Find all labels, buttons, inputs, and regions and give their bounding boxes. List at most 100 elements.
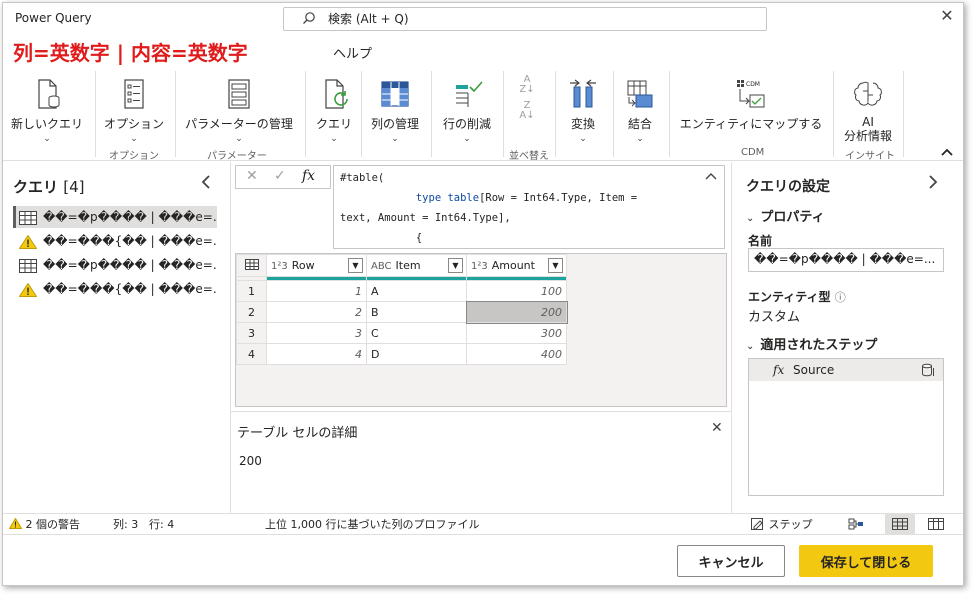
row-number[interactable]: 2 (236, 301, 267, 323)
column-filter-dropdown[interactable]: ▼ (348, 258, 363, 273)
chevron-down-icon: ⌄ (391, 134, 399, 144)
transform-button[interactable]: 変換 ⌄ (561, 77, 605, 144)
map-to-entity-button[interactable]: CDM エンティティにマップする (675, 77, 827, 132)
search-box[interactable] (283, 7, 767, 31)
table-cell[interactable]: 2 (266, 301, 367, 323)
manage-columns-icon (381, 81, 409, 107)
combine-button[interactable]: 結合 ⌄ (617, 77, 663, 144)
options-button[interactable]: オプション ⌄ (101, 77, 167, 144)
table-cell[interactable]: B (366, 301, 467, 323)
formula-editor[interactable]: #table( type table[Row = Int64.Type, Ite… (333, 165, 725, 249)
selected-table-cell[interactable]: 200 (465, 300, 568, 324)
text-type-icon[interactable]: ABC (371, 261, 392, 272)
chevron-down-icon: ⌄ (130, 134, 138, 144)
table-cell[interactable]: A (366, 280, 467, 302)
row-number[interactable]: 1 (236, 280, 267, 302)
collapse-settings-icon[interactable] (928, 174, 938, 193)
ribbon-separator (903, 71, 904, 157)
query-item[interactable]: ��=���{�� | ���e=... (13, 278, 217, 300)
query-item-label: ��=���{�� | ���e=... (43, 282, 217, 296)
table-row: 4 4 D 400 (236, 343, 567, 365)
group-cdm-label: CDM (741, 147, 765, 158)
applied-steps-heading: 適用されたステップ (760, 338, 878, 353)
formula-buttons: ✕ ✓ fx (235, 165, 331, 189)
manage-parameters-label: パラメーターの管理 (185, 117, 293, 131)
profile-status[interactable]: 上位 1,000 行に基づいた列のプロファイル (265, 514, 479, 535)
menu-help-tab[interactable]: ヘルプ (333, 43, 372, 62)
reduce-rows-label: 行の削減 (442, 117, 491, 131)
diagram-view-button[interactable] (841, 514, 871, 535)
manage-columns-button[interactable]: 列の管理 ⌄ (365, 77, 425, 144)
search-input[interactable] (328, 11, 748, 27)
overlay-title: 列=英数字 | 内容=英数字 (13, 41, 248, 65)
options-label: オプション (103, 117, 164, 131)
table-cell[interactable]: 400 (466, 343, 567, 365)
whole-number-type-icon[interactable]: 1²3 (271, 261, 288, 272)
column-header-item[interactable]: ABC Item ▼ (366, 254, 467, 277)
fx-icon[interactable]: fx (302, 168, 315, 184)
query-item[interactable]: ��=���{�� | ���e=... (13, 230, 217, 252)
queries-title-text: クエリ (13, 178, 59, 196)
save-and-close-button[interactable]: 保存して閉じる (799, 545, 933, 577)
group-sort-label: 並べ替え (509, 151, 549, 162)
column-header-row[interactable]: 1²3 Row ▼ (266, 254, 367, 277)
fx-icon: fx (773, 363, 785, 377)
properties-section-toggle[interactable]: ⌄ プロパティ (746, 206, 825, 225)
column-filter-dropdown[interactable]: ▼ (548, 258, 563, 273)
query-item[interactable]: ��=�p���� | ���e=... (13, 254, 217, 276)
chevron-down-icon: ⌄ (636, 134, 644, 144)
step-view-button[interactable]: ステップ (751, 514, 813, 535)
sort-descending-icon[interactable]: Z A↓ (507, 101, 547, 121)
close-detail-icon[interactable]: ✕ (711, 420, 723, 436)
cell-detail-pane: テーブル セルの詳細 ✕ 200 (231, 411, 731, 513)
table-cell[interactable]: 4 (266, 343, 367, 365)
collapse-ribbon-icon[interactable] (941, 145, 953, 159)
table-view-button[interactable] (885, 514, 915, 535)
table-cell[interactable]: 3 (266, 322, 367, 344)
ai-insights-button[interactable]: AI 分析情報 (839, 77, 897, 143)
collapse-queries-icon[interactable] (201, 174, 211, 193)
table-cell[interactable]: C (366, 322, 467, 344)
query-refresh-icon (325, 79, 348, 109)
row-number[interactable]: 4 (236, 343, 267, 365)
column-header-amount[interactable]: 1²3 Amount ▼ (466, 254, 567, 277)
chevron-down-icon: ⌄ (463, 134, 471, 144)
table-cell[interactable]: 100 (466, 280, 567, 302)
chevron-down-icon: ⌄ (43, 134, 51, 144)
table-cell[interactable]: D (366, 343, 467, 365)
step-settings-icon[interactable] (921, 362, 935, 384)
collapse-formula-icon[interactable] (705, 169, 717, 183)
ribbon-separator (613, 71, 614, 157)
ribbon-separator (361, 71, 362, 157)
cdm-badge-text: CDM (746, 81, 760, 88)
reduce-rows-button[interactable]: 行の削減 ⌄ (435, 77, 499, 144)
schema-view-button[interactable] (921, 514, 951, 535)
warning-icon (19, 282, 37, 297)
step-label: Source (793, 363, 835, 377)
query-item[interactable]: ��=�p���� | ���e=... (13, 206, 217, 228)
power-query-window: Power Query ✕ 列=英数字 | 内容=英数字 ヘルプ 新しいクエリ … (2, 2, 964, 586)
cancel-formula-icon[interactable]: ✕ (246, 168, 258, 184)
cancel-button[interactable]: キャンセル (677, 545, 785, 577)
warnings-status[interactable]: 2 個の警告 (8, 514, 80, 535)
new-query-button[interactable]: 新しいクエリ ⌄ (9, 77, 85, 144)
whole-number-type-icon[interactable]: 1²3 (471, 261, 488, 272)
manage-parameters-button[interactable]: パラメーターの管理 ⌄ (181, 77, 297, 144)
column-filter-dropdown[interactable]: ▼ (448, 258, 463, 273)
query-name-field[interactable]: ��=�p���� | ���e=... (748, 248, 944, 272)
info-icon[interactable]: ⓘ (835, 291, 846, 304)
applied-steps-list: fx Source (748, 358, 944, 496)
row-number[interactable]: 3 (236, 322, 267, 344)
step-item-source[interactable]: fx Source (749, 359, 943, 381)
sort-ascending-icon[interactable]: A Z↓ (507, 75, 547, 95)
query-button[interactable]: クエリ ⌄ (309, 77, 359, 144)
select-all-table-icon[interactable] (236, 254, 267, 277)
entity-type-label: エンティティ型 ⓘ (748, 290, 846, 304)
applied-steps-toggle[interactable]: ⌄ 適用されたステップ (746, 334, 877, 353)
table-cell[interactable]: 300 (466, 322, 567, 344)
table-icon (19, 210, 37, 225)
close-window-button[interactable]: ✕ (937, 7, 957, 27)
formula-line-1: #table( (340, 172, 385, 184)
table-cell[interactable]: 1 (266, 280, 367, 302)
commit-formula-icon[interactable]: ✓ (274, 168, 286, 184)
